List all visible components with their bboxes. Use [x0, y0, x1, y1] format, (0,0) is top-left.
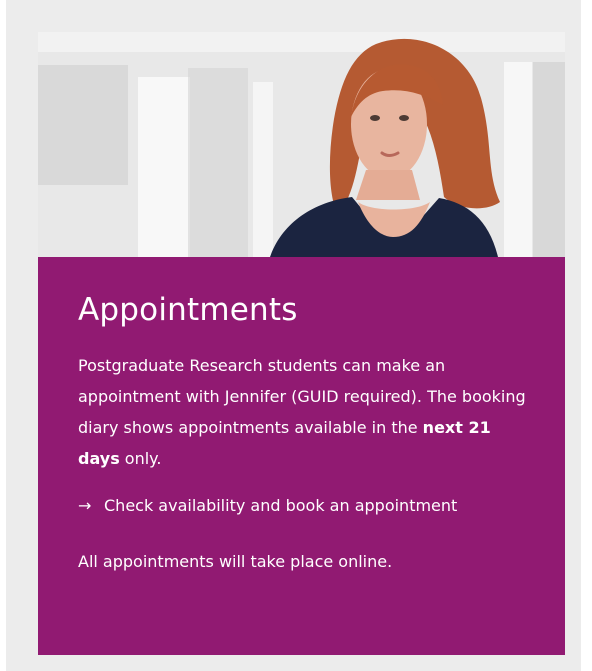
appointments-title: Appointments [78, 292, 298, 328]
book-appointment-link[interactable]: → Check availability and book an appoint… [78, 494, 528, 518]
appointments-description: Postgraduate Research students can make … [78, 350, 528, 474]
description-text-end: only. [119, 449, 162, 468]
portrait-image [38, 32, 565, 257]
portrait-photo-icon [38, 32, 565, 257]
book-appointment-label: Check availability and book an appointme… [104, 496, 458, 515]
appointments-card: Appointments Postgraduate Research stude… [38, 32, 565, 655]
arrow-right-icon: → [78, 496, 92, 515]
outer-panel: Appointments Postgraduate Research stude… [6, 0, 581, 671]
card-content: Appointments Postgraduate Research stude… [78, 290, 528, 574]
online-note: All appointments will take place online. [78, 552, 393, 571]
